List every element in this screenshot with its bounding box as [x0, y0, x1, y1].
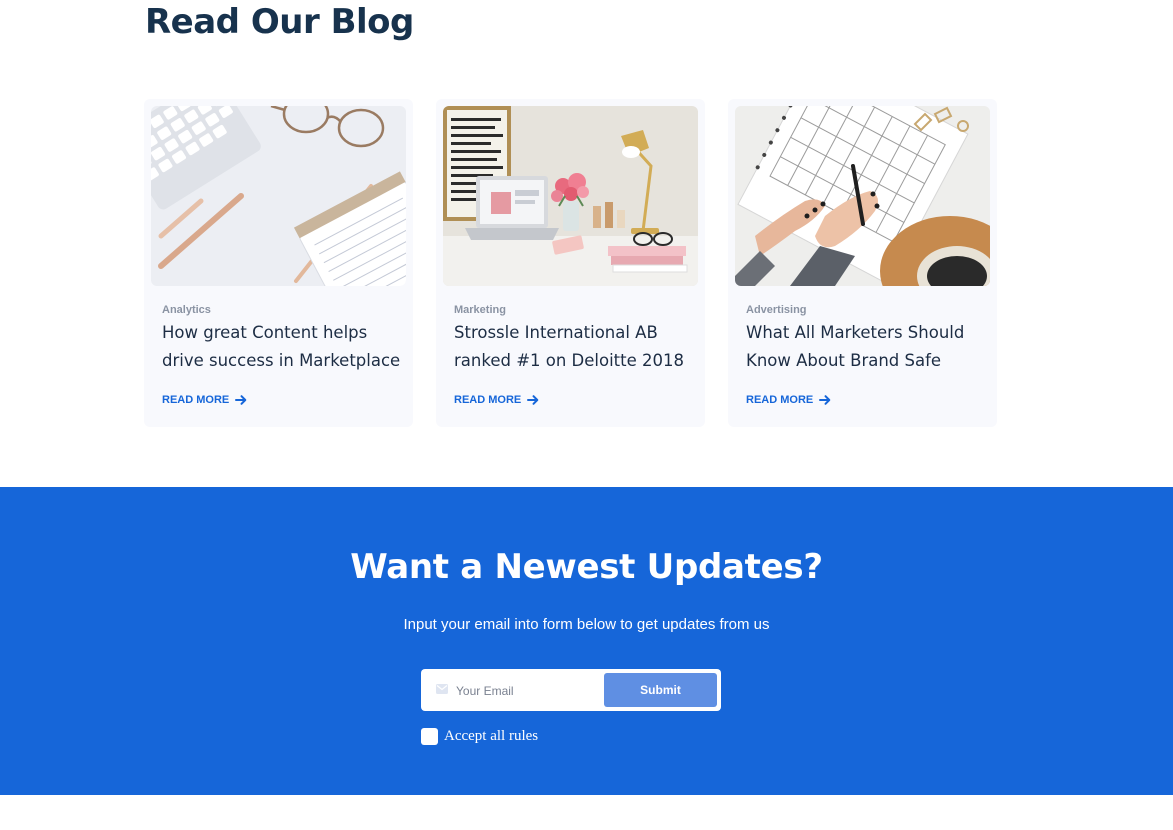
read-more-label: READ MORE [162, 394, 230, 406]
mail-icon [436, 684, 448, 694]
accept-rules-row: Accept all rules [421, 728, 538, 745]
blog-card-list: Analytics How great Content helps drive … [144, 99, 999, 427]
blog-heading: Read Our Blog [145, 2, 414, 42]
read-more-link[interactable]: READ MORE [746, 394, 831, 406]
newsletter-form: Submit [421, 669, 721, 711]
blog-card-category: Marketing [454, 304, 506, 316]
arrow-right-icon [235, 395, 247, 405]
arrow-right-icon [527, 395, 539, 405]
accept-rules-checkbox[interactable] [421, 728, 438, 745]
read-more-label: READ MORE [746, 394, 814, 406]
read-more-label: READ MORE [454, 394, 522, 406]
accept-rules-label[interactable]: Accept all rules [444, 728, 538, 745]
blog-card-image[interactable] [151, 106, 406, 286]
arrow-right-icon [819, 395, 831, 405]
blog-card-title[interactable]: Strossle International AB ranked #1 on D… [454, 319, 699, 375]
blog-section: Read Our Blog Analytics How great Conten… [0, 0, 1173, 487]
blog-card: Advertising What All Marketers Should Kn… [728, 99, 997, 427]
blog-card: Marketing Strossle International AB rank… [436, 99, 705, 427]
newsletter-subtitle: Input your email into form below to get … [403, 616, 770, 633]
submit-button[interactable]: Submit [604, 673, 717, 707]
blog-card-title[interactable]: How great Content helps drive success in… [162, 319, 407, 375]
blog-card: Analytics How great Content helps drive … [144, 99, 413, 427]
read-more-link[interactable]: READ MORE [162, 394, 247, 406]
read-more-link[interactable]: READ MORE [454, 394, 539, 406]
blog-card-category: Advertising [746, 304, 807, 316]
blog-card-image[interactable] [443, 106, 698, 286]
newsletter-title: Want a Newest Updates? [350, 547, 823, 587]
email-input[interactable] [454, 677, 603, 705]
blog-card-title[interactable]: What All Marketers Should Know About Bra… [746, 319, 991, 375]
blog-card-category: Analytics [162, 304, 211, 316]
blog-card-image[interactable] [735, 106, 990, 286]
newsletter-section: Want a Newest Updates? Input your email … [0, 487, 1173, 795]
